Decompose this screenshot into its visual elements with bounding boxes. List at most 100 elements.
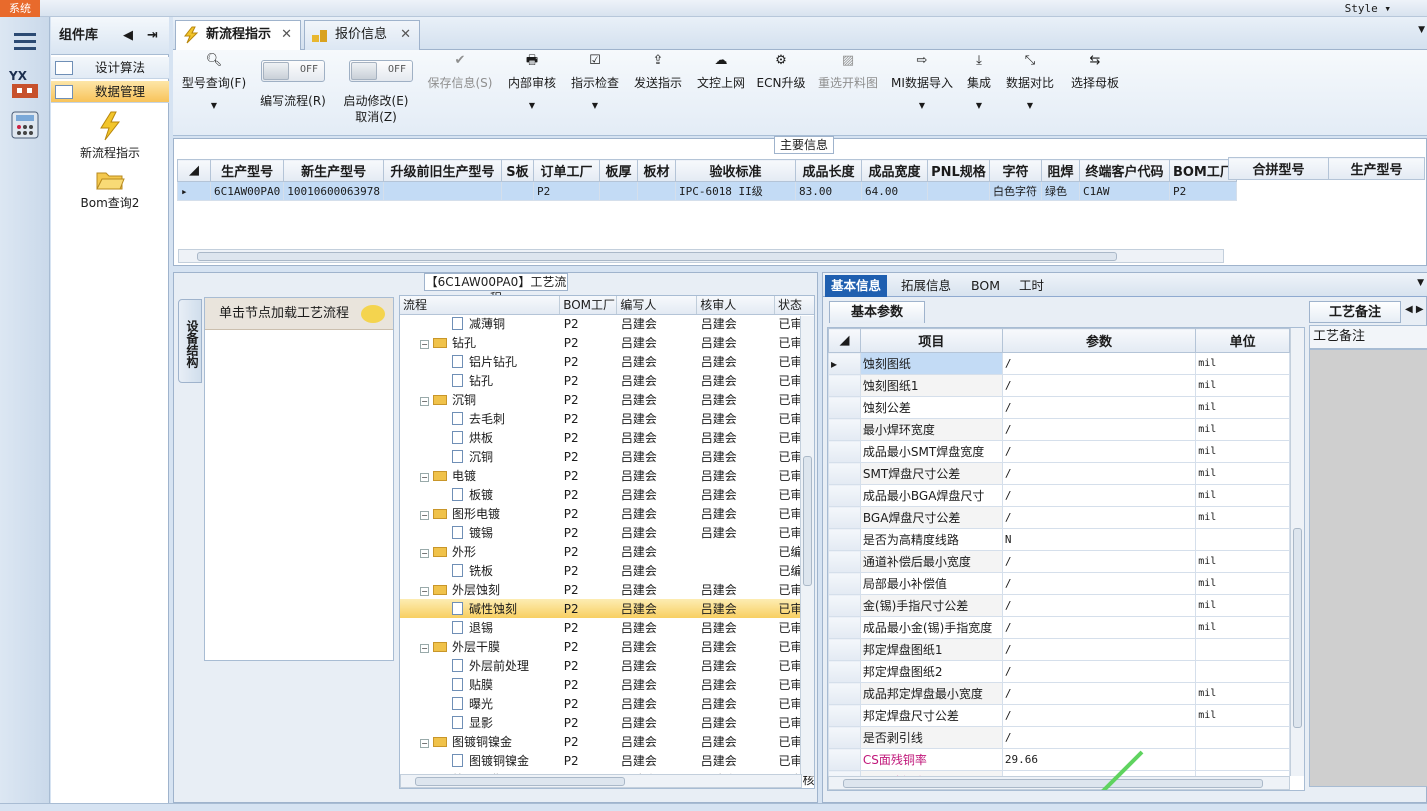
param-cell-param[interactable]: / [1001, 594, 1197, 617]
param-row[interactable]: 邦定焊盘尺寸公差 / mil [828, 704, 1290, 727]
tree-cell-reviewer[interactable]: 吕建会 [697, 523, 775, 542]
param-cell-param[interactable]: / [1001, 704, 1197, 727]
param-cell-item[interactable]: 是否为高精度线路 [859, 528, 1003, 551]
param-cell-param[interactable]: / [1001, 506, 1197, 529]
tab-bom[interactable]: BOM [965, 275, 1006, 297]
param-row[interactable]: 蚀刻公差 / mil [828, 396, 1290, 419]
tree-cell-reviewer[interactable]: 吕建会 [696, 599, 775, 618]
tree-row[interactable]: − 图形电镀 P2 吕建会 吕建会 已审核 [400, 504, 814, 523]
tab-basic-info[interactable]: 基本信息 [825, 275, 888, 297]
start-modify-toggle[interactable]: OFF [349, 60, 413, 82]
param-cell-unit[interactable] [1195, 748, 1290, 771]
param-row[interactable]: 是否为高精度线路 N [828, 528, 1290, 551]
tab-list-chevron-icon[interactable]: ▼ [1418, 25, 1425, 35]
dropdown-arrow-icon[interactable]: ▼ [1003, 101, 1057, 110]
tree-cell-reviewer[interactable]: 吕建会 [697, 504, 775, 523]
tree-row[interactable]: 钻孔 P2 吕建会 吕建会 已审核 [400, 371, 814, 390]
tree-row[interactable]: 铝片钻孔 P2 吕建会 吕建会 已审核 [400, 352, 814, 371]
param-cell-param[interactable]: / [1001, 418, 1197, 441]
row-indicator[interactable] [828, 528, 861, 551]
check-instruction-button[interactable]: ☑ 指示检查 ▼ [567, 52, 623, 132]
tree-cell-writer[interactable]: 吕建会 [617, 675, 697, 694]
reselect-cutting-button[interactable]: ▨ 重选开料图 [813, 52, 883, 132]
tool-new-flow[interactable]: 新流程指示 [51, 111, 169, 161]
menu-icon[interactable] [5, 21, 45, 61]
param-cell-unit[interactable]: mil [1195, 682, 1290, 705]
tree-cell-bom[interactable]: P2 [560, 409, 617, 428]
tree-cell-writer[interactable]: 吕建会 [617, 713, 697, 732]
param-vscroll[interactable] [1290, 328, 1304, 776]
column-header[interactable]: BOM工厂 [1168, 159, 1237, 182]
scroll-thumb[interactable] [1293, 528, 1302, 728]
tree-cell-bom[interactable]: P2 [559, 599, 617, 618]
tree-cell-bom[interactable]: P2 [560, 580, 617, 599]
param-cell-item[interactable]: 蚀刻图纸 [859, 352, 1003, 375]
collapse-icon[interactable]: − [420, 397, 429, 406]
save-info-button[interactable]: ✔ 保存信息(S) [423, 52, 497, 132]
integrate-button[interactable]: ⤓ 集成 ▼ [961, 52, 997, 132]
param-row[interactable]: 邦定焊盘图纸2/ [828, 660, 1290, 683]
tree-cell-bom[interactable]: P2 [560, 732, 617, 751]
row-indicator[interactable] [828, 726, 861, 749]
column-header[interactable]: 验收标准 [674, 159, 796, 182]
node-hint-header[interactable]: 单击节点加载工艺流程 [205, 298, 393, 330]
param-cell-param[interactable]: / [1001, 616, 1197, 639]
column-header[interactable]: 合拼型号 [1228, 157, 1329, 180]
param-cell-unit[interactable]: mil [1195, 374, 1290, 397]
param-cell-param[interactable]: / [1001, 374, 1197, 397]
tree-row[interactable]: 烘板 P2 吕建会 吕建会 已审核 [400, 428, 814, 447]
dropdown-arrow-icon[interactable]: ▼ [505, 101, 559, 110]
pin-icon[interactable]: ⇥ [147, 17, 158, 55]
param-cell-param[interactable]: / [1001, 638, 1197, 661]
param-row[interactable]: 蚀刻图纸1/mil [828, 374, 1290, 397]
tree-cell-writer[interactable]: 吕建会 [617, 333, 697, 352]
tree-hscroll[interactable] [400, 774, 802, 788]
row-indicator[interactable] [828, 660, 861, 683]
column-header[interactable]: 状态 [774, 296, 814, 315]
tree-cell-bom[interactable]: P2 [560, 428, 617, 447]
tree-row[interactable]: − 图镀铜镍金 P2 吕建会 吕建会 已审核 [400, 732, 814, 751]
tree-cell-reviewer[interactable]: 吕建会 [697, 390, 775, 409]
tree-cell-bom[interactable]: P2 [560, 523, 617, 542]
param-cell-unit[interactable]: mil [1195, 440, 1290, 463]
row-indicator[interactable] [828, 638, 861, 661]
tree-cell-writer[interactable]: 吕建会 [617, 314, 697, 333]
tree-cell-writer[interactable]: 吕建会 [617, 390, 697, 409]
row-indicator[interactable] [828, 616, 861, 639]
param-row[interactable]: 成品最小金(锡)手指宽度 / mil [828, 616, 1290, 639]
param-cell-item[interactable]: 邦定焊盘尺寸公差 [859, 704, 1003, 727]
tab-new-flow[interactable]: 新流程指示 ✕ [175, 20, 301, 50]
tree-row[interactable]: 碱性蚀刻 P2 吕建会 吕建会 已审核 [400, 599, 814, 618]
write-flow-toggle[interactable]: OFF [261, 60, 325, 82]
column-header[interactable]: 阻焊 [1040, 159, 1080, 182]
param-cell-unit[interactable]: mil [1195, 550, 1290, 573]
model-query-button[interactable]: 🔍︎ 型号查询(F) ▼ [179, 52, 249, 132]
tree-cell-bom[interactable]: P2 [560, 675, 617, 694]
tree-cell-bom[interactable]: P2 [560, 333, 617, 352]
param-cell-item[interactable]: 最小焊环宽度 [859, 418, 1003, 441]
column-header[interactable]: 单位 [1195, 328, 1290, 353]
dropdown-arrow-icon[interactable]: ▼ [179, 101, 249, 110]
column-header[interactable]: 编写人 [616, 296, 698, 315]
row-indicator[interactable] [828, 748, 861, 771]
tree-cell-reviewer[interactable]: 吕建会 [697, 333, 775, 352]
tree-cell-writer[interactable]: 吕建会 [617, 504, 697, 523]
param-row[interactable]: SMT焊盘尺寸公差 / mil [828, 462, 1290, 485]
row-indicator[interactable] [828, 572, 861, 595]
param-cell-param[interactable]: / [1001, 484, 1197, 507]
tree-row[interactable]: − 外形 P2 吕建会 已编写 [400, 542, 814, 561]
tree-cell-writer[interactable]: 吕建会 [617, 428, 697, 447]
cancel-label[interactable]: 取消(Z) [339, 108, 413, 125]
tree-cell-bom[interactable]: P2 [560, 485, 617, 504]
tree-cell-writer[interactable]: 吕建会 [617, 561, 697, 580]
tree-cell-bom[interactable]: P2 [560, 390, 617, 409]
tree-cell-bom[interactable]: P2 [560, 713, 617, 732]
tree-cell-reviewer[interactable]: 吕建会 [697, 428, 775, 447]
param-cell-unit[interactable]: mil [1195, 704, 1290, 727]
param-row[interactable]: 成品最小BGA焊盘尺寸 / mil [828, 484, 1290, 507]
row-indicator[interactable] [828, 462, 861, 485]
calculator-icon[interactable] [5, 105, 45, 145]
column-header[interactable]: 项目 [859, 328, 1003, 353]
collapse-icon[interactable]: − [420, 644, 429, 653]
internal-review-button[interactable]: 🖶 内部审核 ▼ [505, 52, 559, 132]
